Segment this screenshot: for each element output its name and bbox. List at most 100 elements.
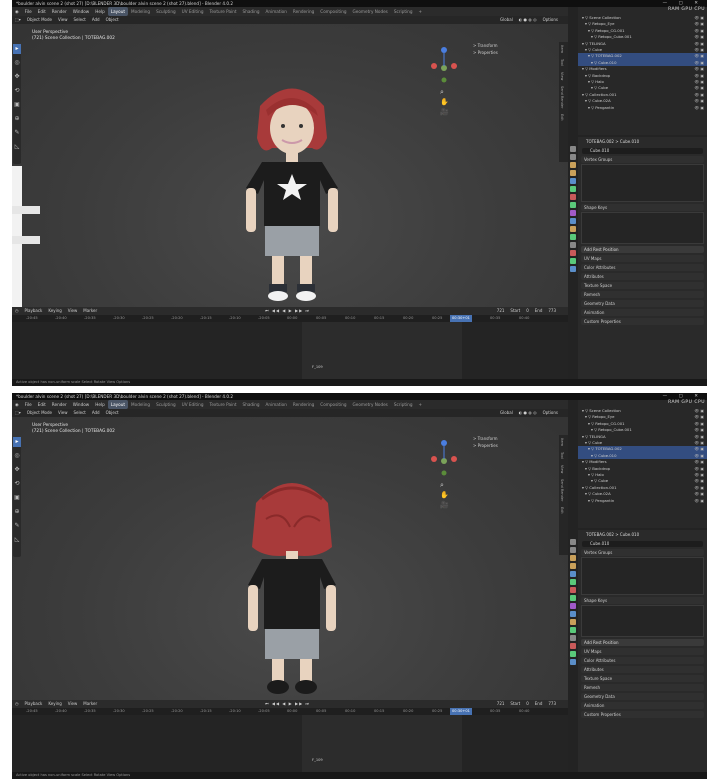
properties-tab-icon[interactable]	[570, 659, 576, 665]
shape-keys-list[interactable]	[581, 212, 704, 244]
navigation-gizmo[interactable]: ⌕ ✋ 🎥	[424, 44, 464, 124]
timeline-editor[interactable]: ◷ Playback Keying View Marker ⏮ ◀◀ ◀ ▶ ▶▶ ⏭ 72…	[12, 307, 568, 379]
panel-attributes[interactable]: Attributes	[581, 666, 704, 673]
workspace-tab[interactable]: Geometry Nodes	[350, 7, 391, 16]
transform-orientation-dropdown[interactable]: Global	[497, 409, 516, 417]
playback-controls[interactable]: ⏮ ◀◀ ◀ ▶ ▶▶ ⏭	[262, 700, 313, 708]
viewport-menu-object[interactable]: Object	[103, 409, 122, 417]
sidebar-tab[interactable]: View	[559, 69, 565, 83]
workspace-tab[interactable]: Compositing	[317, 7, 349, 16]
move-icon[interactable]: ✥	[13, 465, 21, 475]
window-controls[interactable]: — ▢ ✕	[663, 393, 703, 400]
properties-tab-icon[interactable]	[570, 194, 576, 200]
workspace-tab[interactable]: Shading	[240, 7, 263, 16]
properties-tab-icon[interactable]	[570, 643, 576, 649]
panel-texture[interactable]: Texture Space	[581, 675, 704, 682]
workspace-tab[interactable]: Rendering	[290, 7, 317, 16]
panel-shape-keys[interactable]: Shape Keys	[581, 204, 704, 211]
properties-tab-icon[interactable]	[570, 178, 576, 184]
transform-orientation-dropdown[interactable]: Global	[497, 16, 516, 24]
shading-icons[interactable]: ◐ ● ◍ ◎	[516, 409, 540, 417]
current-frame-field[interactable]: 721	[494, 307, 508, 315]
workspace-tab[interactable]: Rendering	[290, 400, 317, 409]
panel-color[interactable]: Color Attributes	[581, 264, 704, 271]
panel-color[interactable]: Color Attributes	[581, 657, 704, 664]
properties-tab-icon[interactable]	[570, 587, 576, 593]
timeline-menu-item[interactable]: Keying	[45, 700, 64, 708]
properties-tab-icon[interactable]	[570, 603, 576, 609]
properties-tab-icon[interactable]	[570, 186, 576, 192]
navigation-gizmo[interactable]: ⌕ ✋ 🎥	[424, 437, 464, 517]
properties-tab-icon[interactable]	[570, 170, 576, 176]
workspace-tab[interactable]: +	[416, 400, 426, 409]
properties-tab-icon[interactable]	[570, 250, 576, 256]
transform-icon[interactable]: ⊕	[13, 114, 21, 124]
editor-type-icon[interactable]: ⬚▾	[12, 16, 24, 24]
playhead-label[interactable]: 00:30+01	[450, 315, 472, 322]
properties-tab-icon[interactable]	[570, 202, 576, 208]
options-dropdown[interactable]: Options	[540, 409, 561, 417]
properties-tab-icon[interactable]	[570, 234, 576, 240]
npanel-section[interactable]: > Transform	[470, 42, 555, 49]
outliner-row[interactable]: ▾ ▽ Pengantin 👁 ▣	[578, 105, 707, 111]
panel-geometry[interactable]: Geometry Data	[581, 693, 704, 700]
sidebar-tab[interactable]: Edit	[559, 504, 565, 517]
properties-tab-icon[interactable]	[570, 619, 576, 625]
menu-render[interactable]: Render	[49, 7, 70, 16]
panel-geometry[interactable]: Geometry Data	[581, 300, 704, 307]
timeline-menu-item[interactable]: Marker	[80, 307, 100, 315]
sidebar-tab[interactable]: Item	[559, 435, 565, 449]
select-box-icon[interactable]: ▸	[13, 44, 21, 54]
timeline-menu-item[interactable]: View	[65, 700, 81, 708]
sidebar-tab[interactable]: View	[559, 462, 565, 476]
mesh-name-field[interactable]: Cube.010	[582, 541, 703, 547]
vertex-groups-list[interactable]	[581, 164, 704, 202]
chair-model[interactable]	[12, 166, 42, 307]
menu-window[interactable]: Window	[70, 7, 93, 16]
viewport-menu-select[interactable]: Select	[71, 409, 89, 417]
shading-icons[interactable]: ◐ ● ◍ ◎	[516, 16, 540, 24]
menu-edit[interactable]: Edit	[35, 7, 49, 16]
add-rest-position-button[interactable]: Add Rest Position	[581, 639, 704, 646]
properties-tab-icon[interactable]	[570, 595, 576, 601]
start-frame-field[interactable]: 0	[523, 700, 532, 708]
properties-tab-icon[interactable]	[570, 627, 576, 633]
add-rest-position-button[interactable]: Add Rest Position	[581, 246, 704, 253]
end-frame-field[interactable]: 773	[545, 700, 559, 708]
properties-tab-icon[interactable]	[570, 611, 576, 617]
properties-tab-icon[interactable]	[570, 579, 576, 585]
outliner[interactable]: RAM GPU CPU ▾ ▽ Scene Collection 👁 ▣ ▾ ▽ R…	[578, 7, 707, 135]
workspace-tab[interactable]: Scripting	[391, 7, 416, 16]
properties-tab-icon[interactable]	[570, 563, 576, 569]
annotate-icon[interactable]: ✎	[13, 128, 21, 138]
panel-animation[interactable]: Animation	[581, 309, 704, 316]
panel-shape-keys[interactable]: Shape Keys	[581, 597, 704, 604]
sidebar-tab[interactable]: Edit	[559, 111, 565, 124]
timeline-marker[interactable]: F_109	[312, 365, 323, 369]
character-model[interactable]	[232, 469, 352, 699]
blender-logo-icon[interactable]: ◉	[12, 400, 22, 409]
workspace-tab[interactable]: UV Editing	[179, 400, 207, 409]
sidebar-tab[interactable]: Item	[559, 42, 565, 56]
menu-file[interactable]: File	[22, 400, 35, 409]
panel-animation[interactable]: Animation	[581, 702, 704, 709]
panel-vertex-groups[interactable]: Vertex Groups	[581, 549, 704, 556]
workspace-tab[interactable]: Animation	[263, 7, 290, 16]
panel-remesh[interactable]: Remesh	[581, 291, 704, 298]
menu-help[interactable]: Help	[92, 7, 108, 16]
viewport-menu-select[interactable]: Select	[71, 16, 89, 24]
sidebar-tab[interactable]: Tool	[559, 56, 565, 69]
properties-tab-icon[interactable]	[570, 242, 576, 248]
move-icon[interactable]: ✥	[13, 72, 21, 82]
properties-tab-icon[interactable]	[570, 146, 576, 152]
properties-tab-icon[interactable]	[570, 154, 576, 160]
panel-uv[interactable]: UV Maps	[581, 255, 704, 262]
npanel-section[interactable]: > Transform	[470, 435, 555, 442]
menu-help[interactable]: Help	[92, 400, 108, 409]
timeline-editor[interactable]: ◷ Playback Keying View Marker ⏮ ◀◀ ◀ ▶ ▶▶ ⏭ 72…	[12, 700, 568, 772]
shape-keys-list[interactable]	[581, 605, 704, 637]
properties-tab-icon[interactable]	[570, 547, 576, 553]
outliner[interactable]: RAM GPU CPU ▾ ▽ Scene Collection 👁 ▣ ▾ ▽ R…	[578, 400, 707, 528]
workspace-tab[interactable]: Compositing	[317, 400, 349, 409]
properties-tab-icon[interactable]	[570, 226, 576, 232]
